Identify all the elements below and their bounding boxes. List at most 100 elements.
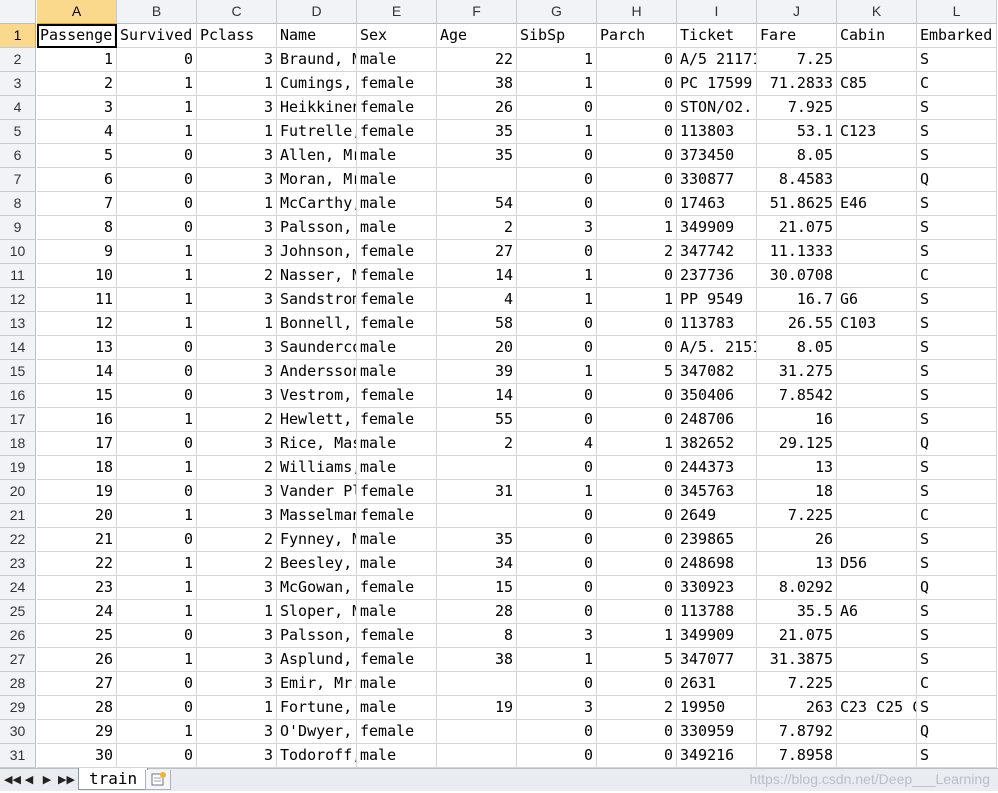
data-cell[interactable]: 0 bbox=[597, 72, 677, 96]
data-cell[interactable]: 1 bbox=[117, 552, 197, 576]
data-cell[interactable]: 11 bbox=[37, 288, 117, 312]
data-cell[interactable]: 0 bbox=[517, 504, 597, 528]
data-cell[interactable]: 1 bbox=[597, 288, 677, 312]
data-cell[interactable]: 22 bbox=[37, 552, 117, 576]
column-header-e[interactable]: E bbox=[357, 0, 437, 24]
data-cell[interactable]: 1 bbox=[117, 240, 197, 264]
data-cell[interactable]: Palsson, Master. bbox=[277, 216, 357, 240]
data-cell[interactable]: 27 bbox=[437, 240, 517, 264]
data-cell[interactable]: 3 bbox=[197, 168, 277, 192]
data-cell[interactable]: S bbox=[917, 696, 997, 720]
row-header[interactable]: 1 bbox=[0, 24, 36, 48]
data-cell[interactable] bbox=[437, 720, 517, 744]
data-cell[interactable]: 4 bbox=[437, 288, 517, 312]
data-cell[interactable] bbox=[837, 672, 917, 696]
data-cell[interactable]: Sloper, Mr. bbox=[277, 600, 357, 624]
row-header[interactable]: 20 bbox=[0, 480, 36, 504]
data-cell[interactable]: 3 bbox=[197, 576, 277, 600]
data-cell[interactable]: 3 bbox=[517, 696, 597, 720]
header-cell[interactable]: Ticket bbox=[677, 24, 757, 48]
data-cell[interactable]: S bbox=[917, 552, 997, 576]
row-header[interactable]: 17 bbox=[0, 408, 36, 432]
data-cell[interactable]: 1 bbox=[517, 48, 597, 72]
spreadsheet-grid[interactable]: ABCDEFGHIJKL1PassengerIdSurvivedPclassNa… bbox=[0, 0, 998, 768]
data-cell[interactable]: 113803 bbox=[677, 120, 757, 144]
row-header[interactable]: 18 bbox=[0, 432, 36, 456]
data-cell[interactable]: 17 bbox=[37, 432, 117, 456]
data-cell[interactable]: 1 bbox=[517, 288, 597, 312]
data-cell[interactable]: 349909 bbox=[677, 624, 757, 648]
data-cell[interactable]: 0 bbox=[597, 48, 677, 72]
data-cell[interactable]: S bbox=[917, 312, 997, 336]
data-cell[interactable]: 7.8792 bbox=[757, 720, 837, 744]
data-cell[interactable]: 1 bbox=[117, 600, 197, 624]
data-cell[interactable]: male bbox=[357, 600, 437, 624]
row-header[interactable]: 16 bbox=[0, 384, 36, 408]
data-cell[interactable]: 0 bbox=[597, 192, 677, 216]
data-cell[interactable]: 2 bbox=[597, 696, 677, 720]
data-cell[interactable]: 0 bbox=[597, 720, 677, 744]
data-cell[interactable]: female bbox=[357, 504, 437, 528]
data-cell[interactable]: 35 bbox=[437, 120, 517, 144]
data-cell[interactable]: S bbox=[917, 48, 997, 72]
data-cell[interactable]: 347082 bbox=[677, 360, 757, 384]
data-cell[interactable]: 0 bbox=[597, 552, 677, 576]
data-cell[interactable] bbox=[837, 360, 917, 384]
data-cell[interactable]: female bbox=[357, 576, 437, 600]
header-cell[interactable]: Name bbox=[277, 24, 357, 48]
first-sheet-icon[interactable]: ◀◀ bbox=[4, 772, 21, 788]
data-cell[interactable]: 38 bbox=[437, 72, 517, 96]
data-cell[interactable]: Allen, Mr. bbox=[277, 144, 357, 168]
data-cell[interactable]: 10 bbox=[37, 264, 117, 288]
data-cell[interactable]: S bbox=[917, 336, 997, 360]
row-header[interactable]: 2 bbox=[0, 48, 36, 72]
header-cell[interactable]: Sex bbox=[357, 24, 437, 48]
data-cell[interactable]: McGowan, Miss. bbox=[277, 576, 357, 600]
data-cell[interactable]: female bbox=[357, 720, 437, 744]
header-cell[interactable]: SibSp bbox=[517, 24, 597, 48]
data-cell[interactable]: 26 bbox=[437, 96, 517, 120]
data-cell[interactable]: Todoroff, Mr. bbox=[277, 744, 357, 768]
data-cell[interactable]: O'Dwyer, Miss. bbox=[277, 720, 357, 744]
data-cell[interactable]: 349216 bbox=[677, 744, 757, 768]
column-header-h[interactable]: H bbox=[597, 0, 677, 24]
data-cell[interactable]: 15 bbox=[437, 576, 517, 600]
data-cell[interactable]: 1 bbox=[117, 648, 197, 672]
data-cell[interactable]: S bbox=[917, 96, 997, 120]
data-cell[interactable] bbox=[837, 744, 917, 768]
data-cell[interactable]: Fortune, Mr. bbox=[277, 696, 357, 720]
data-cell[interactable]: S bbox=[917, 480, 997, 504]
row-header[interactable]: 3 bbox=[0, 72, 36, 96]
data-cell[interactable]: 350406 bbox=[677, 384, 757, 408]
data-cell[interactable]: 1 bbox=[37, 48, 117, 72]
data-cell[interactable]: male bbox=[357, 216, 437, 240]
data-cell[interactable]: S bbox=[917, 216, 997, 240]
row-header[interactable]: 22 bbox=[0, 528, 36, 552]
data-cell[interactable]: 0 bbox=[517, 528, 597, 552]
data-cell[interactable]: 0 bbox=[117, 360, 197, 384]
data-cell[interactable]: 1 bbox=[197, 696, 277, 720]
data-cell[interactable]: Palsson, Miss. bbox=[277, 624, 357, 648]
data-cell[interactable]: 16.7 bbox=[757, 288, 837, 312]
header-cell[interactable]: Embarked bbox=[917, 24, 997, 48]
data-cell[interactable]: 20 bbox=[37, 504, 117, 528]
data-cell[interactable]: 12 bbox=[37, 312, 117, 336]
header-cell[interactable]: PassengerId bbox=[37, 24, 117, 48]
data-cell[interactable]: Beesley, Mr. bbox=[277, 552, 357, 576]
data-cell[interactable]: 0 bbox=[117, 480, 197, 504]
data-cell[interactable] bbox=[837, 432, 917, 456]
data-cell[interactable]: 2649 bbox=[677, 504, 757, 528]
header-cell[interactable]: Fare bbox=[757, 24, 837, 48]
data-cell[interactable]: Saundercock, Mr. bbox=[277, 336, 357, 360]
data-cell[interactable]: 113783 bbox=[677, 312, 757, 336]
data-cell[interactable]: 0 bbox=[597, 528, 677, 552]
data-cell[interactable]: 30 bbox=[37, 744, 117, 768]
data-cell[interactable]: 3 bbox=[197, 720, 277, 744]
data-cell[interactable] bbox=[837, 480, 917, 504]
data-cell[interactable]: 0 bbox=[117, 432, 197, 456]
data-cell[interactable]: 8.4583 bbox=[757, 168, 837, 192]
data-cell[interactable]: STON/O2. 3101282 bbox=[677, 96, 757, 120]
row-header[interactable]: 11 bbox=[0, 264, 36, 288]
data-cell[interactable]: 0 bbox=[517, 240, 597, 264]
data-cell[interactable]: 0 bbox=[517, 576, 597, 600]
